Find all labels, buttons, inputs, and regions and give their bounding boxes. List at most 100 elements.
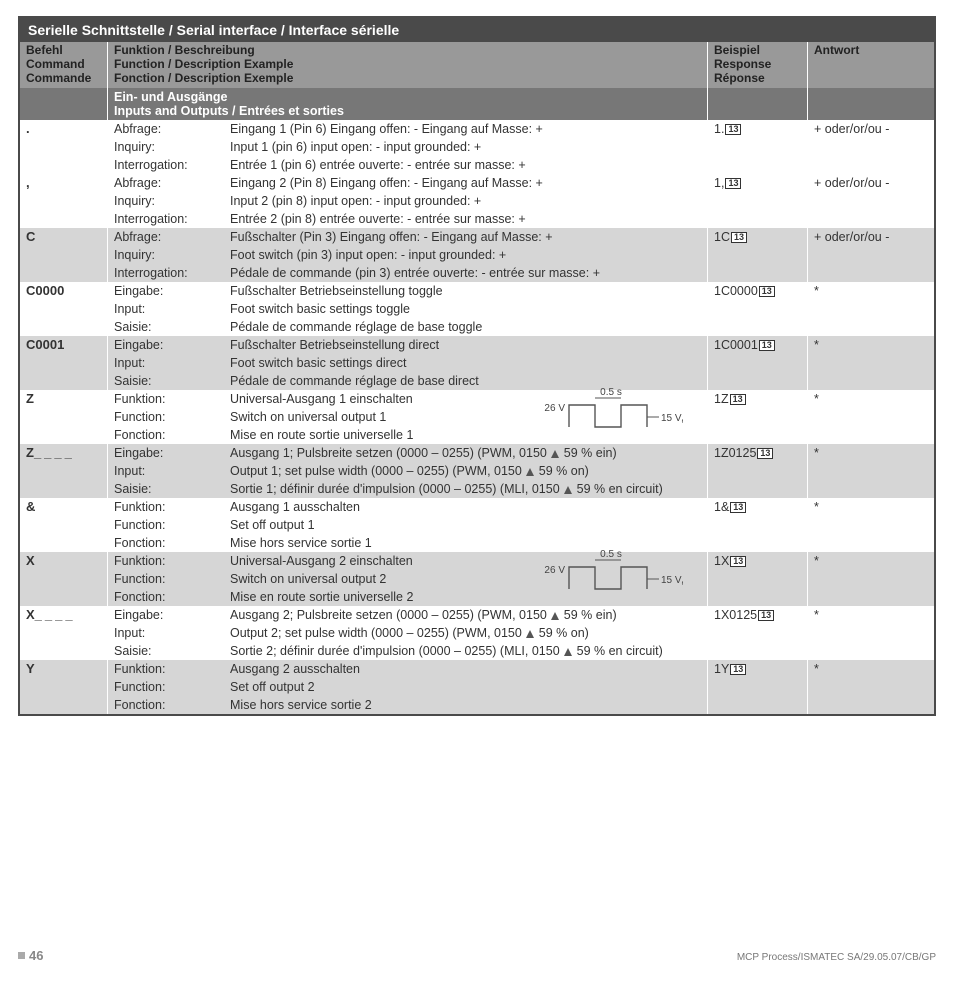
cell-answer xyxy=(808,588,934,606)
function-label: Interrogation: xyxy=(114,211,230,227)
function-description: Ausgang 2 ausschalten xyxy=(230,661,701,677)
table-row: YFunktion:Ausgang 2 ausschalten1Y13* xyxy=(20,660,934,678)
section-header-text: Ein- und Ausgänge Inputs and Outputs / E… xyxy=(108,88,708,120)
table-row: Input:Foot switch basic settings direct xyxy=(20,354,934,372)
cell-example xyxy=(708,642,808,660)
table-row: Interrogation:Entrée 2 (pin 8) entrée ou… xyxy=(20,210,934,228)
function-label: Saisie: xyxy=(114,319,230,335)
function-label: Input: xyxy=(114,463,230,479)
cell-function: Inquiry:Input 2 (pin 8) input open: - in… xyxy=(108,192,708,210)
cell-function: Abfrage:Eingang 1 (Pin 6) Eingang offen:… xyxy=(108,120,708,138)
table-row: X____Eingabe:Ausgang 2; Pulsbreite setze… xyxy=(20,606,934,624)
cell-command: & xyxy=(20,498,108,516)
cell-answer xyxy=(808,246,934,264)
function-description: Mise en route sortie universelle 2 xyxy=(230,589,701,605)
function-description: Ausgang 2; Pulsbreite setzen (0000 – 025… xyxy=(230,607,701,623)
function-label: Saisie: xyxy=(114,373,230,389)
cell-command xyxy=(20,372,108,390)
function-label: Funktion: xyxy=(114,499,230,515)
table-row: Fonction:Mise en route sortie universell… xyxy=(20,588,934,606)
cell-command: X____ xyxy=(20,606,108,624)
function-description: Ausgang 1 ausschalten xyxy=(230,499,701,515)
function-description: Mise en route sortie universelle 1 xyxy=(230,427,701,443)
carriage-return-icon: 13 xyxy=(757,448,773,459)
table-row: Fonction:Mise hors service sortie 2 xyxy=(20,696,934,714)
carriage-return-icon: 13 xyxy=(730,556,746,567)
function-label: Function: xyxy=(114,571,230,587)
cell-answer: * xyxy=(808,552,934,570)
table-row: Inquiry:Input 1 (pin 6) input open: - in… xyxy=(20,138,934,156)
function-label: Inquiry: xyxy=(114,193,230,209)
function-description: Set off output 1 xyxy=(230,517,701,533)
cell-command xyxy=(20,138,108,156)
cell-example: 1Y13 xyxy=(708,660,808,678)
cell-answer xyxy=(808,210,934,228)
carriage-return-icon: 13 xyxy=(725,124,741,135)
cell-answer: * xyxy=(808,660,934,678)
cell-command: , xyxy=(20,174,108,192)
cell-example xyxy=(708,462,808,480)
header-example: Beispiel Response Réponse xyxy=(708,42,808,88)
function-label: Function: xyxy=(114,409,230,425)
cell-example xyxy=(708,138,808,156)
table-row: ,Abfrage:Eingang 2 (Pin 8) Eingang offen… xyxy=(20,174,934,192)
cell-answer xyxy=(808,156,934,174)
cell-answer xyxy=(808,534,934,552)
cell-command: C0000 xyxy=(20,282,108,300)
cell-example xyxy=(708,210,808,228)
cell-example: 1C000113 xyxy=(708,336,808,354)
cell-command xyxy=(20,678,108,696)
table-row: Saisie:Sortie 1; définir durée d'impulsi… xyxy=(20,480,934,498)
function-description: Pédale de commande réglage de base toggl… xyxy=(230,319,701,335)
cell-command: Z xyxy=(20,390,108,408)
cell-answer xyxy=(808,462,934,480)
cell-function: Inquiry:Foot switch (pin 3) input open: … xyxy=(108,246,708,264)
cell-example xyxy=(708,516,808,534)
function-description: Sortie 1; définir durée d'impulsion (000… xyxy=(230,481,701,497)
function-label: Eingabe: xyxy=(114,337,230,353)
function-description: Output 2; set pulse width (0000 – 0255) … xyxy=(230,625,701,641)
function-label: Function: xyxy=(114,679,230,695)
cell-command xyxy=(20,462,108,480)
cell-function: Fonction:Mise en route sortie universell… xyxy=(108,588,708,606)
function-label: Input: xyxy=(114,355,230,371)
carriage-return-icon: 13 xyxy=(759,340,775,351)
cell-command xyxy=(20,246,108,264)
cell-example xyxy=(708,480,808,498)
function-description: Pédale de commande (pin 3) entrée ouvert… xyxy=(230,265,701,281)
cell-command xyxy=(20,534,108,552)
table-row: Function:Set off output 2 xyxy=(20,678,934,696)
cell-example xyxy=(708,678,808,696)
cell-command: X xyxy=(20,552,108,570)
cell-function: Interrogation:Entrée 1 (pin 6) entrée ou… xyxy=(108,156,708,174)
function-label: Abfrage: xyxy=(114,121,230,137)
cell-command xyxy=(20,264,108,282)
cell-example xyxy=(708,426,808,444)
cell-function: Inquiry:Input 1 (pin 6) input open: - in… xyxy=(108,138,708,156)
cell-function: Eingabe:Fußschalter Betriebseinstellung … xyxy=(108,282,708,300)
cell-command xyxy=(20,480,108,498)
cell-function: Input:Output 2; set pulse width (0000 – … xyxy=(108,624,708,642)
carriage-return-icon: 13 xyxy=(730,664,746,675)
cell-example xyxy=(708,156,808,174)
function-description: Fußschalter Betriebseinstellung direct xyxy=(230,337,701,353)
cell-answer xyxy=(808,300,934,318)
cell-answer: * xyxy=(808,444,934,462)
cell-answer: + oder/or/ou - xyxy=(808,228,934,246)
cell-example xyxy=(708,696,808,714)
triangle-equals-icon xyxy=(526,468,534,476)
function-description: Eingang 1 (Pin 6) Eingang offen: - Einga… xyxy=(230,121,701,137)
section-header: Ein- und Ausgänge Inputs and Outputs / E… xyxy=(20,88,934,120)
function-description: Mise hors service sortie 2 xyxy=(230,697,701,713)
function-description: Entrée 2 (pin 8) entrée ouverte: - entré… xyxy=(230,211,701,227)
cell-command xyxy=(20,426,108,444)
cell-command xyxy=(20,156,108,174)
cell-example: 1Z012513 xyxy=(708,444,808,462)
cell-example xyxy=(708,246,808,264)
table-row: Saisie:Pédale de commande réglage de bas… xyxy=(20,318,934,336)
function-description: Input 2 (pin 8) input open: - input grou… xyxy=(230,193,701,209)
table-row: Function:Switch on universal output 1 xyxy=(20,408,934,426)
cell-example xyxy=(708,354,808,372)
function-description: Input 1 (pin 6) input open: - input grou… xyxy=(230,139,701,155)
cell-command xyxy=(20,588,108,606)
